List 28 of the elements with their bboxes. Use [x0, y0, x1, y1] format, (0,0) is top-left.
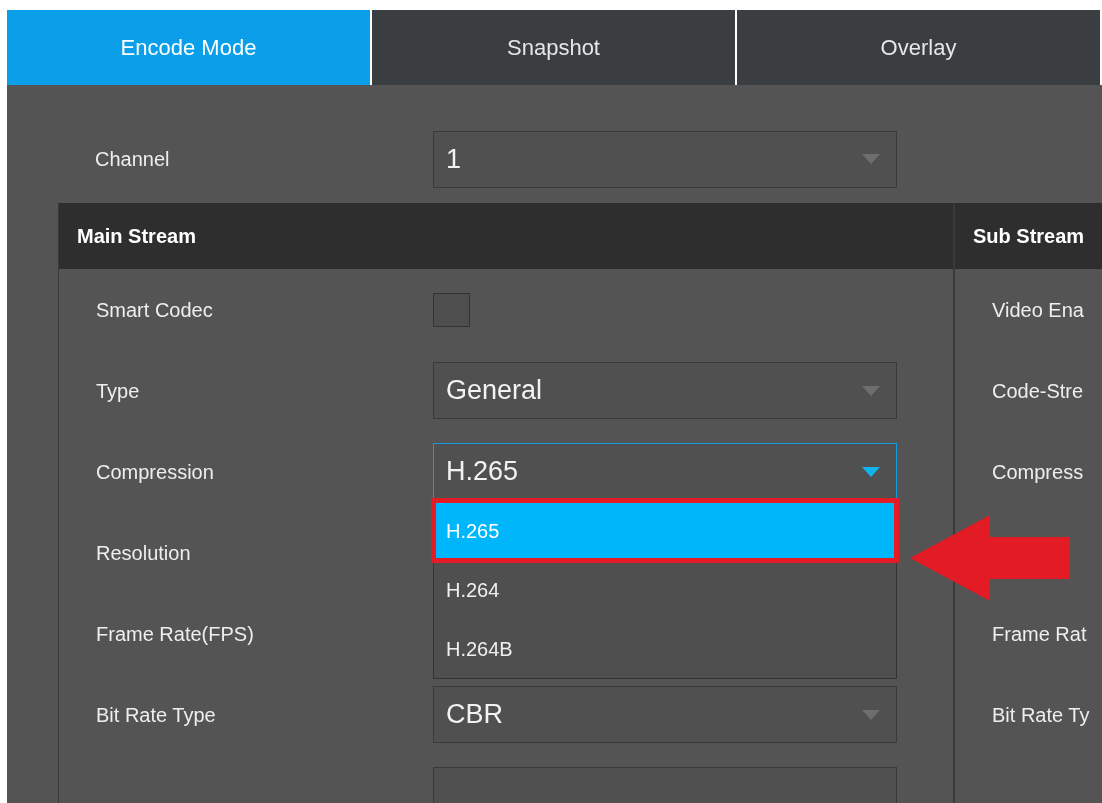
- field-label: Resolution: [96, 541, 191, 564]
- field-label: Bit Rate Type: [96, 703, 216, 726]
- caret-icon: [862, 709, 880, 720]
- field-label: Type: [96, 379, 140, 402]
- field-label: Bit Rate Ty: [992, 702, 1090, 728]
- section-title: Main Stream: [77, 224, 196, 249]
- dropdown-option[interactable]: H.264: [434, 560, 896, 619]
- caret-icon: [862, 385, 880, 396]
- dropdown-select[interactable]: CBR: [433, 686, 897, 743]
- arrow-icon: [910, 515, 1070, 601]
- dropdown-select[interactable]: 1: [433, 130, 897, 188]
- tab[interactable]: Overlay: [737, 10, 1100, 86]
- field-label: Frame Rate(FPS): [96, 622, 254, 645]
- field-label: Compress: [992, 459, 1084, 485]
- dropdown-option[interactable]: H.264B: [434, 619, 896, 678]
- caret-icon: [862, 466, 880, 477]
- dropdown-select[interactable]: H.265: [433, 443, 897, 500]
- field-label: Smart Codec: [96, 298, 213, 321]
- checkbox[interactable]: [433, 292, 470, 327]
- caret-icon: [862, 154, 880, 165]
- section-title: Sub Stream: [973, 224, 1085, 249]
- field-label: Channel: [94, 147, 171, 173]
- field-label: Video Ena: [992, 297, 1084, 323]
- field-label: Compression: [96, 460, 214, 483]
- tab[interactable]: Snapshot: [372, 10, 735, 86]
- field-label: Code-Stre: [992, 378, 1084, 404]
- field-label: Frame Rat: [992, 621, 1087, 647]
- dropdown-select[interactable]: General: [433, 362, 897, 419]
